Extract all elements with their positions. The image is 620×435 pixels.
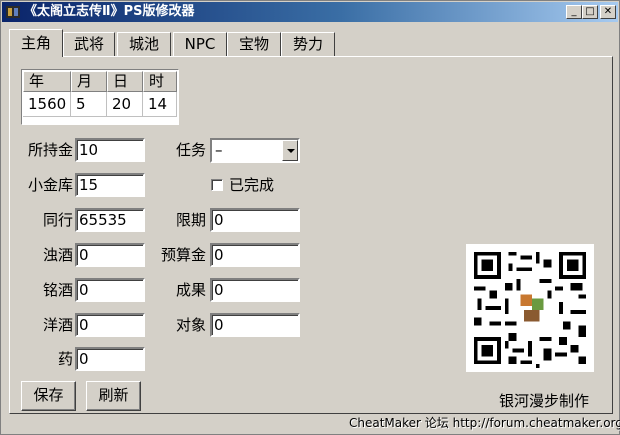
turbid-sake-label: 浊酒: [42, 246, 73, 264]
fine-sake-input[interactable]: [75, 278, 145, 302]
result-label: 成果: [175, 281, 206, 299]
tab-generals[interactable]: 武将: [63, 32, 115, 56]
vault-input[interactable]: [75, 173, 145, 197]
target-label: 对象: [175, 316, 206, 334]
tab-treasures[interactable]: 宝物: [227, 32, 281, 56]
target-input[interactable]: [210, 313, 300, 337]
deadline-label: 限期: [175, 211, 206, 229]
date-header-hour[interactable]: 时: [143, 71, 177, 92]
medicine-input[interactable]: [75, 347, 145, 371]
save-button[interactable]: 保存: [21, 381, 76, 411]
date-table[interactable]: 年 月 日 时 1560 5 20 14: [21, 69, 179, 125]
turbid-sake-input[interactable]: [75, 243, 145, 267]
vault-label: 小金库: [27, 176, 73, 194]
money-input[interactable]: [75, 138, 145, 162]
window-title: 《太阁立志传Ⅱ》PS版修改器: [24, 4, 195, 19]
deadline-input[interactable]: [210, 208, 300, 232]
app-icon: [6, 6, 20, 18]
tab-factions[interactable]: 势力: [281, 32, 335, 56]
minimize-button[interactable]: _: [566, 5, 582, 19]
result-input[interactable]: [210, 278, 300, 302]
mission-select[interactable]: –: [210, 138, 300, 163]
mission-label: 任务: [175, 141, 206, 159]
close-button[interactable]: ✕: [600, 5, 616, 19]
main-window: 《太阁立志传Ⅱ》PS版修改器 _ □ ✕ 主角 武将 城池 NPC 宝物 势力 …: [0, 0, 620, 435]
completed-checkbox[interactable]: [211, 179, 223, 191]
tab-protagonist[interactable]: 主角: [9, 29, 63, 57]
date-cell-year[interactable]: 1560: [23, 92, 71, 117]
maximize-button[interactable]: □: [582, 5, 598, 19]
wine-label: 洋酒: [42, 316, 73, 334]
money-label: 所持金: [27, 141, 73, 159]
medicine-label: 药: [57, 350, 73, 368]
peer-input[interactable]: [75, 208, 145, 232]
budget-input[interactable]: [210, 243, 300, 267]
wine-input[interactable]: [75, 313, 145, 337]
date-cell-hour[interactable]: 14: [143, 92, 177, 117]
date-header-day[interactable]: 日: [107, 71, 143, 92]
date-header-year[interactable]: 年: [23, 71, 71, 92]
credit-text: 银河漫步制作: [499, 392, 590, 410]
chevron-down-icon[interactable]: [282, 140, 298, 161]
peer-label: 同行: [42, 211, 73, 229]
qr-code-icon: [466, 244, 594, 372]
footer-link[interactable]: CheatMaker 论坛 http://forum.cheatmaker.or…: [349, 414, 620, 432]
budget-label: 预算金: [160, 246, 206, 264]
mission-select-value: –: [215, 141, 223, 159]
date-cell-month[interactable]: 5: [71, 92, 107, 117]
tab-castles[interactable]: 城池: [117, 32, 171, 56]
completed-label[interactable]: 已完成: [229, 173, 274, 197]
tab-npc[interactable]: NPC: [173, 32, 227, 56]
date-cell-day[interactable]: 20: [107, 92, 143, 117]
refresh-button[interactable]: 刷新: [86, 381, 141, 411]
title-bar[interactable]: 《太阁立志传Ⅱ》PS版修改器 _ □ ✕: [2, 2, 618, 22]
date-header-month[interactable]: 月: [71, 71, 107, 92]
fine-sake-label: 铭酒: [42, 281, 73, 299]
